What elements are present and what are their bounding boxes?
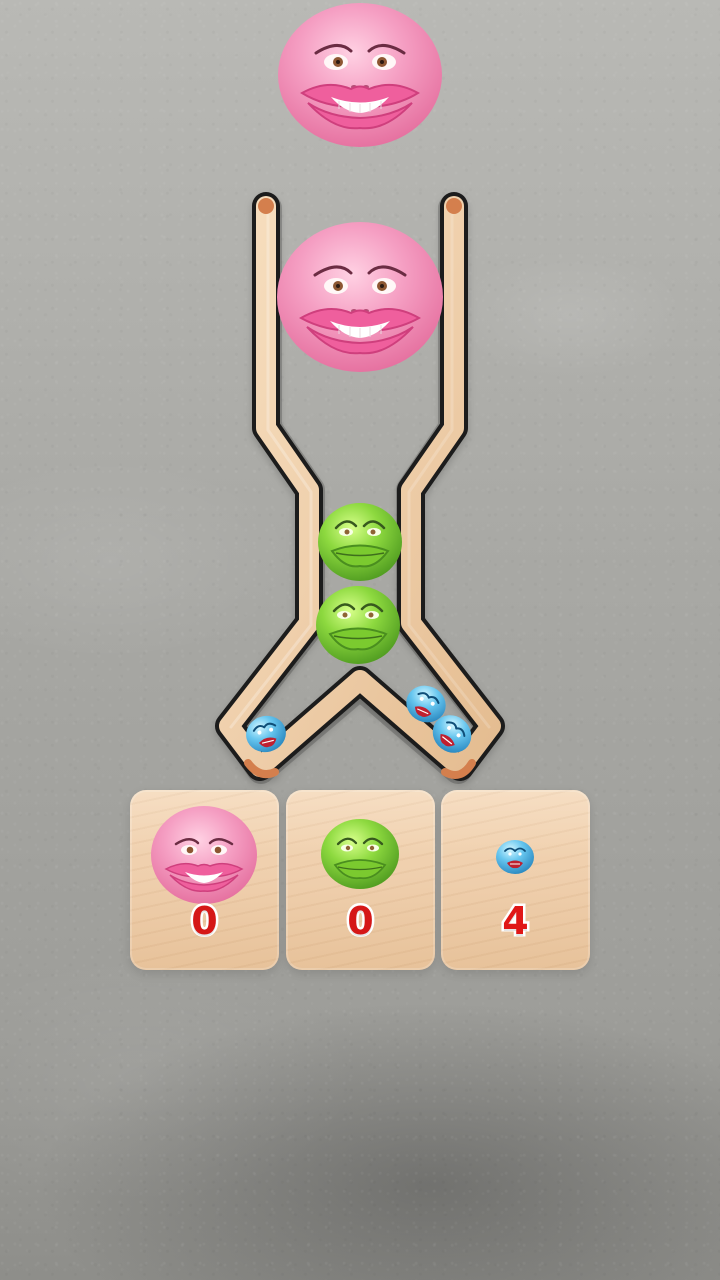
right-cap <box>446 198 462 214</box>
pink-lips-face-icon <box>278 3 442 147</box>
score-count-blue: 4 <box>500 899 531 943</box>
score-card-blue: 4 <box>441 790 590 970</box>
green-frog-face-icon <box>318 503 402 581</box>
pink-lips-face-icon <box>277 222 443 372</box>
score-card-green: 0 <box>286 790 435 970</box>
score-card-pink: 0 <box>130 790 279 970</box>
score-panel: 0 0 4 <box>130 790 590 970</box>
score-icon-wrap-pink <box>130 799 279 909</box>
pink-lips-face-icon <box>151 806 257 904</box>
score-icon-wrap-blue <box>441 799 590 909</box>
green-frog-face-icon <box>316 586 400 664</box>
blue-angry-face-icon <box>496 840 534 874</box>
score-count-pink: 0 <box>189 899 220 943</box>
score-count-green: 0 <box>345 899 376 943</box>
left-cap <box>258 198 274 214</box>
game-board <box>0 0 720 1280</box>
score-icon-wrap-green <box>286 799 435 909</box>
game-canvas <box>215 3 505 784</box>
green-frog-face-icon <box>321 819 399 889</box>
